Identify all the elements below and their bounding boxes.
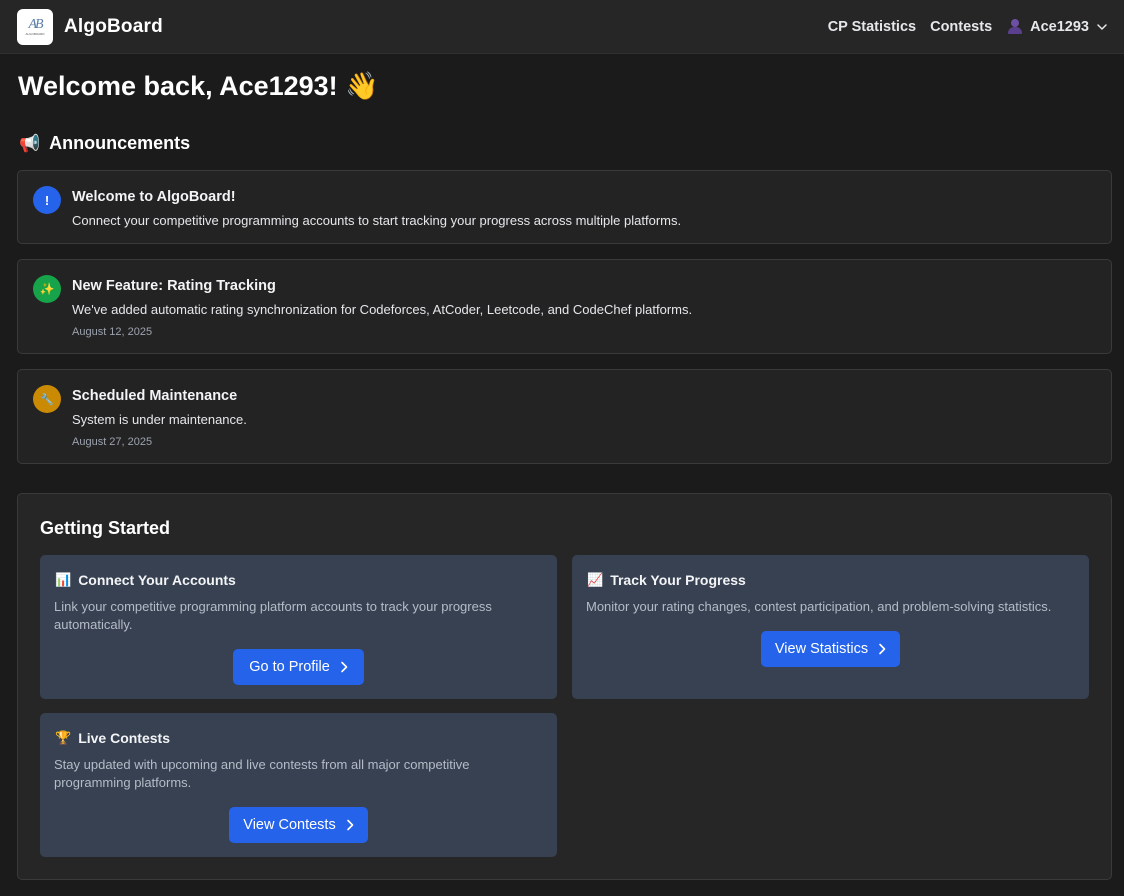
info-icon: ! <box>33 186 61 214</box>
announcement-date: August 12, 2025 <box>72 326 153 338</box>
announcement-card: ✨ New Feature: Rating Tracking We've add… <box>17 259 1112 354</box>
app-logo[interactable]: AB ALGOBOARD <box>17 8 53 45</box>
announcement-text: Connect your competitive programming acc… <box>72 213 682 228</box>
chevron-right-icon <box>879 643 886 655</box>
user-icon <box>1008 19 1023 34</box>
card-title-row: 📊 Connect Your Accounts <box>55 572 236 588</box>
chevron-right-icon <box>346 819 354 831</box>
button-label: View Contests <box>243 817 336 833</box>
nav-link-cp-statistics[interactable]: CP Statistics <box>828 19 916 35</box>
announcement-title: Welcome to AlgoBoard! <box>72 189 236 205</box>
trophy-icon: 🏆 <box>55 730 72 745</box>
go-to-profile-button[interactable]: Go to Profile <box>233 649 364 685</box>
card-title-row: 🏆 Live Contests <box>55 730 170 746</box>
card-title: Connect Your Accounts <box>78 572 236 588</box>
announcement-title: New Feature: Rating Tracking <box>72 278 276 294</box>
brand-name[interactable]: AlgoBoard <box>64 16 163 38</box>
bar-chart-icon: 📊 <box>55 572 72 587</box>
announcements-heading: 📢 Announcements <box>19 133 190 154</box>
card-track-progress: 📈 Track Your Progress Monitor your ratin… <box>572 555 1089 699</box>
sparkles-icon: ✨ <box>33 275 61 303</box>
megaphone-icon: 📢 <box>19 133 41 153</box>
button-label: Go to Profile <box>249 659 330 675</box>
view-statistics-button[interactable]: View Statistics <box>761 631 900 667</box>
page-title: Welcome back, Ace1293! 👋 <box>18 71 379 101</box>
getting-started-panel: Getting Started 📊 Connect Your Accounts … <box>17 493 1112 880</box>
card-title: Live Contests <box>78 730 170 746</box>
announcement-text: System is under maintenance. <box>72 412 247 427</box>
view-contests-button[interactable]: View Contests <box>229 807 368 843</box>
announcement-title: Scheduled Maintenance <box>72 388 238 404</box>
nav-link-contests[interactable]: Contests <box>930 19 992 35</box>
announcement-text: We've added automatic rating synchroniza… <box>72 302 693 317</box>
card-live-contests: 🏆 Live Contests Stay updated with upcomi… <box>40 713 557 857</box>
announcement-card: ! Welcome to AlgoBoard! Connect your com… <box>17 170 1112 244</box>
trending-up-icon: 📈 <box>587 572 604 587</box>
top-navbar: AB ALGOBOARD AlgoBoard CP Statistics Con… <box>0 0 1124 54</box>
card-title-row: 📈 Track Your Progress <box>587 572 746 588</box>
username-label: Ace1293 <box>1030 18 1089 35</box>
card-description: Monitor your rating changes, contest par… <box>586 599 1052 614</box>
announcement-date: August 27, 2025 <box>72 436 153 448</box>
card-connect-accounts: 📊 Connect Your Accounts Link your compet… <box>40 555 557 699</box>
getting-started-title: Getting Started <box>40 518 171 538</box>
chevron-down-icon <box>1097 23 1107 30</box>
logo-text: AB <box>28 16 43 32</box>
card-description: Stay updated with upcoming and live cont… <box>54 757 470 790</box>
button-label: View Statistics <box>774 641 869 657</box>
nav-links: CP Statistics Contests Ace1293 <box>828 19 1107 35</box>
card-title: Track Your Progress <box>610 572 746 588</box>
card-description: Link your competitive programming platfo… <box>54 599 492 632</box>
wrench-icon: 🔧 <box>33 385 61 413</box>
logo-subtext: ALGOBOARD <box>25 31 45 36</box>
announcement-card: 🔧 Scheduled Maintenance System is under … <box>17 369 1112 464</box>
chevron-right-icon <box>340 661 348 673</box>
announcements-title: Announcements <box>49 133 191 153</box>
user-menu[interactable]: Ace1293 <box>1008 19 1107 35</box>
